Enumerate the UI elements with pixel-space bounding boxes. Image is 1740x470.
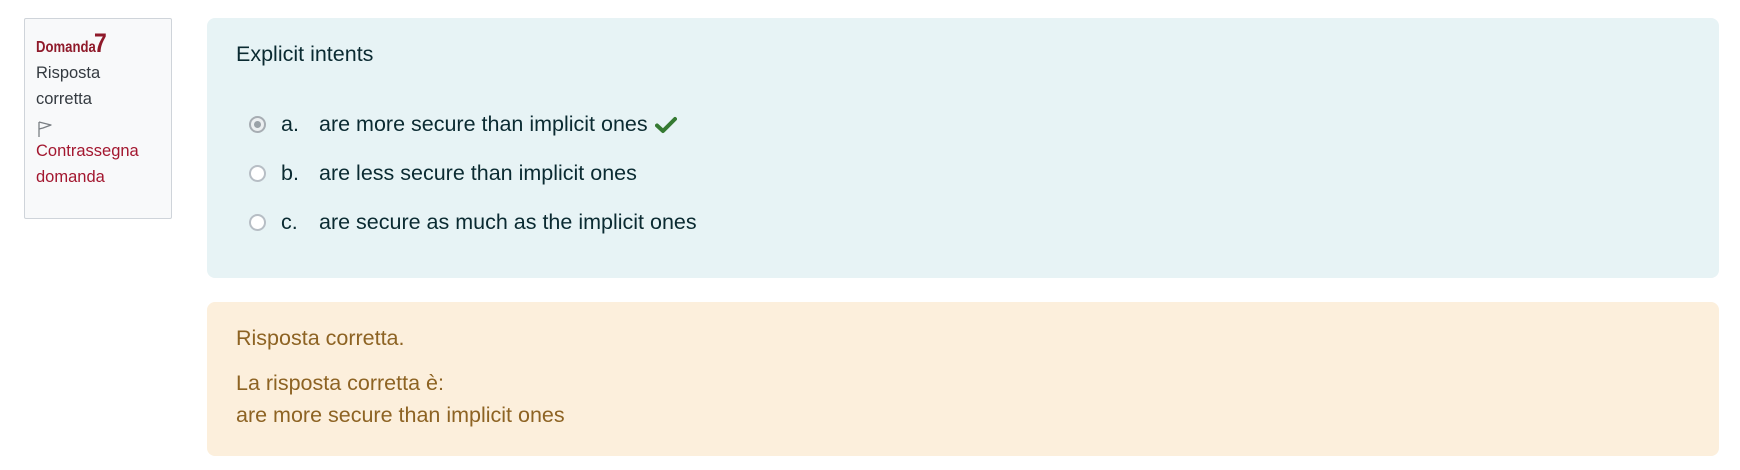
check-icon <box>654 116 677 134</box>
answer-text[interactable]: are more secure than implicit ones <box>319 112 648 137</box>
question-formulation: Explicit intents a. are more secure than… <box>207 18 1719 278</box>
answer-letter: c. <box>281 210 298 234</box>
flag-question-button[interactable]: Contrassegna domanda <box>36 120 161 190</box>
right-answer-block: La risposta corretta è: are more secure … <box>236 367 1690 431</box>
answer-radio-a[interactable] <box>249 116 266 133</box>
flag-question-label[interactable]: Contrassegna domanda <box>36 138 156 190</box>
answer-option-b[interactable]: b. are less secure than implicit ones <box>249 149 1690 198</box>
answer-radio-c[interactable] <box>249 214 266 231</box>
question-info-panel: Domanda 7 Risposta corretta Contrassegna… <box>24 18 172 219</box>
feedback-panel: Risposta corretta. La risposta corretta … <box>207 302 1719 456</box>
feedback-result: Risposta corretta. <box>236 326 405 350</box>
answer-text[interactable]: are secure as much as the implicit ones <box>319 210 697 235</box>
question-state: Risposta corretta <box>36 64 101 108</box>
answer-radio-b[interactable] <box>249 165 266 182</box>
answer-option-c[interactable]: c. are secure as much as the implicit on… <box>249 198 1690 247</box>
question-number: Domanda 7 <box>36 28 161 58</box>
question-number-value: 7 <box>94 28 107 58</box>
answer-text[interactable]: are less secure than implicit ones <box>319 161 637 186</box>
answer-letter: b. <box>281 161 299 185</box>
question-text: Explicit intents <box>236 42 374 66</box>
answer-list: a. are more secure than implicit ones b.… <box>236 100 1690 247</box>
flag-icon <box>38 121 52 137</box>
answer-letter: a. <box>281 112 299 136</box>
answer-option-a[interactable]: a. are more secure than implicit ones <box>249 100 1690 149</box>
right-answer-text: are more secure than implicit ones <box>236 403 565 427</box>
right-answer-label: La risposta corretta è: <box>236 371 444 395</box>
question-label: Domanda <box>36 39 96 56</box>
